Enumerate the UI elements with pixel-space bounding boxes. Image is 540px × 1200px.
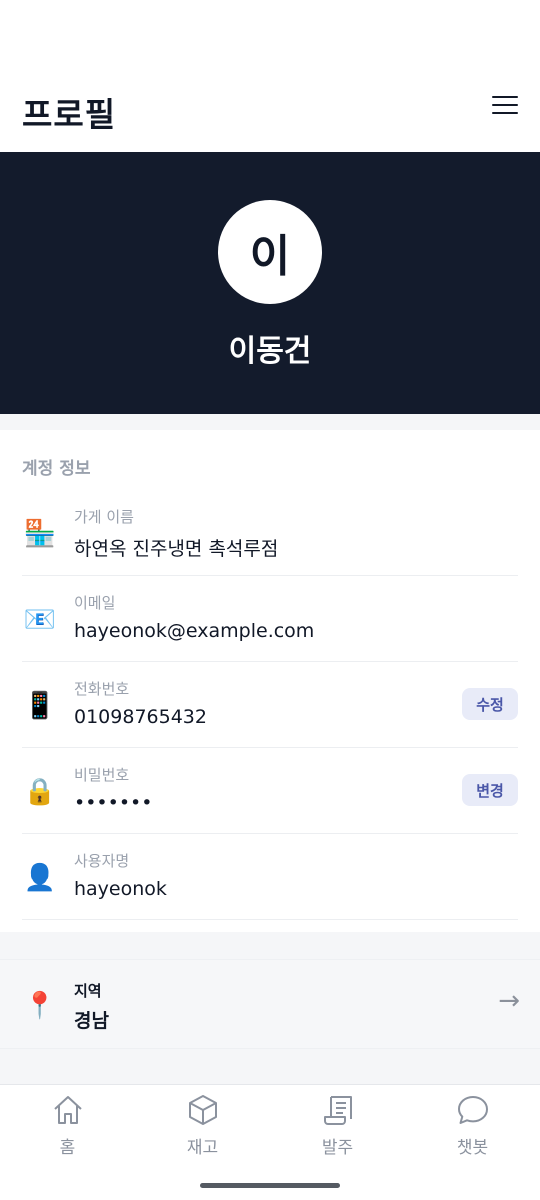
tab-label: 재고 xyxy=(186,1138,219,1158)
phone-row: 📱 전화번호 01098765432 수정 xyxy=(22,662,518,748)
top-bar: 프로필 xyxy=(0,0,540,152)
tab-label: 발주 xyxy=(321,1138,354,1158)
phone-label: 전화번호 xyxy=(74,680,130,698)
edit-phone-button[interactable]: 수정 xyxy=(462,688,518,720)
region-label: 지역 xyxy=(74,982,102,1000)
store-name-value: 하연옥 진주냉면 촉석루점 xyxy=(74,538,279,560)
convenience-store-icon: 🏪 xyxy=(23,519,57,549)
username-label: 사용자명 xyxy=(74,852,130,870)
user-icon: 👤 xyxy=(23,863,57,893)
home-icon xyxy=(53,1096,82,1124)
account-info-section: 계정 정보 🏪 가게 이름 하연옥 진주냉면 촉석루점 📧 이메일 hayeon… xyxy=(0,430,540,932)
user-name: 이동건 xyxy=(228,334,312,369)
hamburger-menu-icon[interactable] xyxy=(490,96,520,122)
phone-value: 01098765432 xyxy=(74,706,207,728)
tab-label: 챗봇 xyxy=(456,1138,489,1158)
region-row[interactable]: 📍 지역 경남 → xyxy=(0,959,540,1049)
store-name-row: 🏪 가게 이름 하연옥 진주냉면 촉석루점 xyxy=(22,490,518,576)
tab-orders[interactable]: 발주 xyxy=(270,1093,405,1163)
profile-hero: 이 이동건 xyxy=(0,152,540,414)
bottom-tab-bar: 홈 재고 발주 챗봇 xyxy=(0,1084,540,1200)
username-value: hayeonok xyxy=(74,878,167,900)
arrow-right-icon: → xyxy=(498,986,520,1016)
section-title: 계정 정보 xyxy=(22,459,91,479)
box-icon xyxy=(188,1095,217,1125)
store-name-label: 가게 이름 xyxy=(74,508,134,526)
section-divider xyxy=(0,414,540,430)
section-divider xyxy=(0,932,540,959)
page-title: 프로필 xyxy=(22,95,117,134)
email-value: hayeonok@example.com xyxy=(74,620,315,642)
tab-chatbot[interactable]: 챗봇 xyxy=(405,1093,540,1163)
password-row: 🔒 비밀번호 ••••••• 변경 xyxy=(22,748,518,834)
tab-label: 홈 xyxy=(59,1138,76,1158)
receipt-icon xyxy=(323,1096,352,1125)
username-row: 👤 사용자명 hayeonok xyxy=(22,834,518,920)
region-value: 경남 xyxy=(74,1010,109,1032)
chat-bubble-icon xyxy=(457,1096,488,1124)
location-pin-icon: 📍 xyxy=(23,991,57,1021)
tab-inventory[interactable]: 재고 xyxy=(135,1093,270,1163)
home-indicator xyxy=(200,1183,340,1188)
email-label: 이메일 xyxy=(74,594,116,612)
mobile-phone-icon: 📱 xyxy=(23,691,57,721)
email-icon: 📧 xyxy=(23,605,57,635)
password-label: 비밀번호 xyxy=(74,766,130,784)
lock-icon: 🔒 xyxy=(23,777,57,807)
avatar: 이 xyxy=(218,200,322,304)
change-password-button[interactable]: 변경 xyxy=(462,774,518,806)
email-row: 📧 이메일 hayeonok@example.com xyxy=(22,576,518,662)
password-value: ••••••• xyxy=(74,792,153,814)
section-divider xyxy=(0,1049,540,1084)
tab-home[interactable]: 홈 xyxy=(0,1093,135,1163)
